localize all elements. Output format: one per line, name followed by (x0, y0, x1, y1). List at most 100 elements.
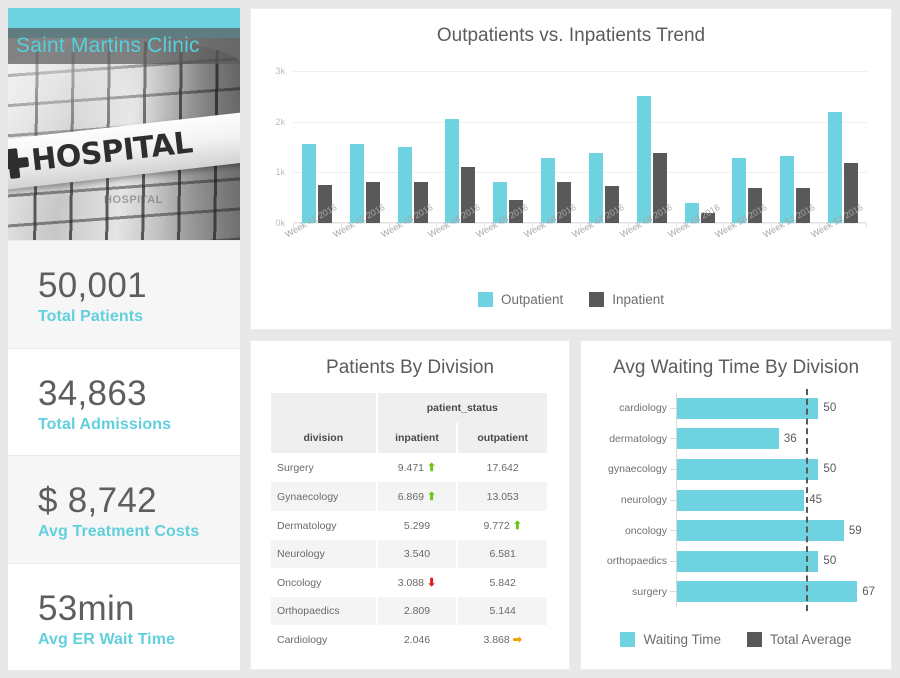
waiting-bar[interactable] (677, 489, 805, 511)
cell-inpatient: 5.299 (376, 511, 459, 540)
kpi-value: 50,001 (38, 266, 147, 306)
bottom-row: Patients By Division patient_status divi… (250, 340, 892, 670)
table-row[interactable]: Dermatology 5.299 9.772 ⬆ (271, 511, 549, 540)
bar-group (771, 71, 819, 228)
cell-value: 13.053 (486, 490, 519, 503)
cell-outpatient: 3.868 ➡ (457, 625, 549, 654)
trend-plot-area: 0k 1k 2k 3k (275, 66, 867, 228)
column-header-division[interactable]: division (271, 423, 378, 453)
table-head: patient_status division inpatient outpat… (271, 393, 550, 453)
trend-chart-card: Outpatients vs. Inpatients Trend 0k 1k 2k 3… (250, 8, 892, 330)
total-average-reference-line (805, 389, 808, 611)
patients-by-division-title: Patients By Division (326, 357, 494, 378)
kpi-label: Total Patients (38, 308, 144, 326)
bar-outpatient[interactable] (445, 118, 460, 223)
trend-up-icon: ⬆ (427, 462, 437, 474)
waiting-bar[interactable] (677, 458, 819, 480)
table-row[interactable]: Oncology 3.088 ⬇ 5.842 (271, 568, 549, 597)
bar-group (532, 71, 580, 228)
kpi-total-patients: 50,001 Total Patients (8, 240, 240, 348)
brand-title-bar: Saint Martins Clinic (8, 28, 240, 64)
hospital-photo: HOSPITAL HOSPITAL (8, 38, 240, 240)
legend-item-total-average[interactable]: Total Average (746, 632, 852, 647)
dashboard-root: HOSPITAL HOSPITAL Saint Martins Clinic 5… (0, 0, 900, 678)
table-row[interactable]: Gynaecology 6.869 ⬆ 13.053 (271, 482, 549, 511)
cell-outpatient: 5.144 (457, 597, 549, 625)
waiting-category-label: gynaecology (608, 463, 667, 476)
cell-outpatient: 13.053 (457, 482, 549, 511)
sidebar: HOSPITAL HOSPITAL Saint Martins Clinic 5… (8, 8, 240, 670)
kpi-value: 34,863 (38, 373, 147, 413)
legend-item-outpatient[interactable]: Outpatient (477, 292, 563, 307)
cell-division: Oncology (271, 568, 378, 597)
y-axis-tick-label: 0k (275, 218, 285, 228)
legend-swatch-total-average (746, 632, 762, 647)
table-row[interactable]: Neurology 3.540 6.581 (271, 540, 549, 568)
trend-bar-series (293, 71, 867, 228)
y-axis-tick-label: 2k (275, 116, 285, 127)
trend-chart-title: Outpatients vs. Inpatients Trend (436, 25, 706, 46)
waiting-row: orthopaedics 50 (607, 550, 875, 572)
waiting-value-label: 36 (783, 432, 797, 445)
cell-value: 6.581 (489, 548, 516, 560)
patients-by-division-card: Patients By Division patient_status divi… (250, 340, 570, 670)
avg-waiting-time-card: Avg Waiting Time By Division cardiology 5… (580, 340, 892, 670)
waiting-row: gynaecology 50 (608, 458, 875, 480)
waiting-bar[interactable] (677, 581, 858, 603)
y-axis-tick-label: 1k (275, 167, 285, 178)
waiting-bar[interactable] (677, 550, 819, 572)
bar-group (388, 71, 437, 228)
column-header-inpatient[interactable]: inpatient (376, 423, 459, 453)
cell-value: 5.299 (403, 519, 431, 532)
bar-outpatient[interactable] (397, 146, 412, 223)
kpi-label: Total Admissions (38, 415, 172, 433)
photo-sign-text: HOSPITAL (29, 125, 195, 179)
legend-swatch-outpatient (477, 292, 493, 307)
waiting-bar[interactable] (677, 397, 819, 419)
y-axis-tick (670, 560, 677, 562)
cell-division: Surgery (271, 453, 378, 482)
y-axis-tick (670, 468, 677, 470)
kpi-avg-treatment-costs: $ 8,742 Avg Treatment Costs (8, 455, 240, 563)
cell-division: Gynaecology (271, 482, 378, 511)
bar-outpatient[interactable] (828, 111, 843, 223)
waiting-row: neurology 45 (621, 489, 875, 511)
waiting-value-label: 45 (809, 494, 823, 506)
cell-outpatient: 17.642 (457, 453, 549, 482)
legend-item-inpatient[interactable]: Inpatient (589, 292, 664, 307)
waiting-value-label: 50 (823, 555, 837, 568)
waiting-category-label: cardiology (619, 402, 667, 415)
waiting-value-label: 50 (823, 402, 837, 415)
cell-division: Neurology (271, 540, 378, 568)
cell-value: 6.869 (397, 491, 424, 503)
bar-outpatient[interactable] (636, 96, 651, 223)
bar-outpatient[interactable] (349, 144, 364, 223)
cell-inpatient: 2.809 (376, 597, 459, 625)
bar-outpatient[interactable] (301, 143, 316, 223)
waiting-bar[interactable] (677, 520, 844, 542)
cell-outpatient: 6.581 (457, 540, 549, 568)
waiting-category-label: neurology (620, 494, 667, 506)
waiting-category-label: dermatology (609, 432, 667, 445)
bar-group (723, 71, 771, 228)
table-row[interactable]: Orthopaedics 2.809 5.144 (271, 597, 549, 625)
kpi-total-admissions: 34,863 Total Admissions (8, 347, 240, 456)
legend-swatch-waiting-time (620, 632, 636, 647)
table-row[interactable]: Surgery 9.471 ⬆ 17.642 (271, 453, 549, 482)
bar-group (436, 71, 484, 228)
photo-sign-reflection: HOSPITAL (104, 194, 163, 206)
bar-group (579, 71, 628, 228)
brand-card: HOSPITAL HOSPITAL Saint Martins Clinic (8, 8, 240, 240)
cell-value: 9.772 (483, 520, 510, 532)
table-row[interactable]: Cardiology 2.046 3.868 ➡ (271, 625, 549, 654)
cell-division: Dermatology (271, 511, 378, 540)
cell-inpatient: 3.540 (376, 540, 459, 568)
legend-item-waiting-time[interactable]: Waiting Time (620, 632, 721, 647)
y-axis-tick (670, 499, 677, 501)
main-column: Outpatients vs. Inpatients Trend 0k 1k 2k 3… (250, 8, 892, 670)
waiting-category-label: surgery (631, 585, 667, 598)
column-header-outpatient[interactable]: outpatient (457, 423, 549, 453)
cell-value: 9.471 (397, 462, 424, 474)
cell-value: 17.642 (486, 461, 519, 474)
waiting-bar[interactable] (677, 428, 779, 450)
